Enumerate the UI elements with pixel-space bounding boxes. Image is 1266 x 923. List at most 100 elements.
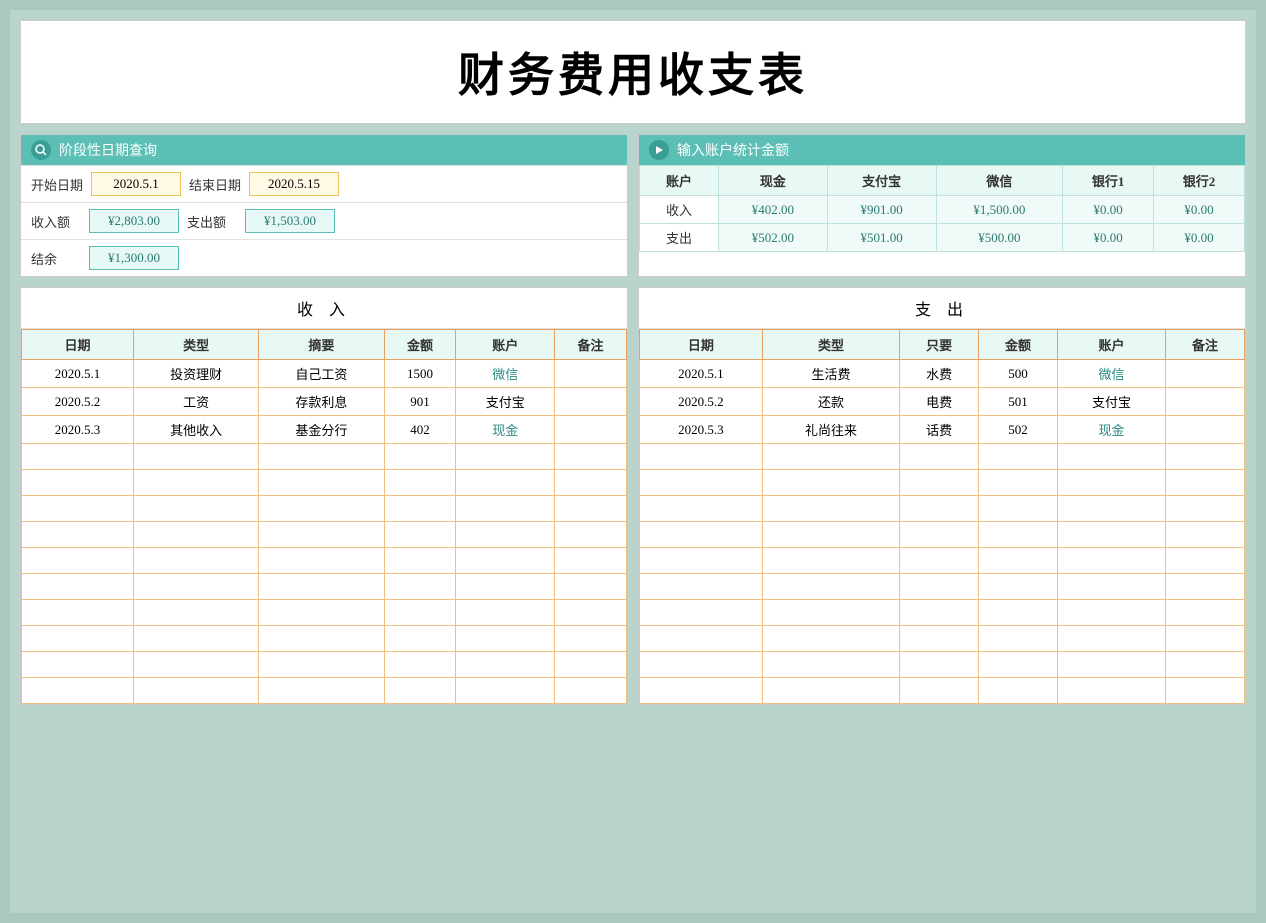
table-cell[interactable]: 2020.5.3 <box>22 416 134 444</box>
start-date-value[interactable]: 2020.5.1 <box>91 172 181 196</box>
table-cell[interactable] <box>1057 444 1165 470</box>
table-cell[interactable] <box>555 574 627 600</box>
table-cell[interactable] <box>555 652 627 678</box>
table-cell[interactable]: 402 <box>384 416 456 444</box>
table-cell[interactable] <box>900 444 979 470</box>
table-cell[interactable] <box>384 496 456 522</box>
table-cell[interactable] <box>259 678 384 704</box>
table-cell[interactable] <box>555 626 627 652</box>
table-cell[interactable] <box>640 652 763 678</box>
table-cell[interactable] <box>762 574 899 600</box>
table-cell[interactable]: 投资理财 <box>133 360 258 388</box>
table-cell[interactable] <box>1166 388 1245 416</box>
table-cell[interactable]: 2020.5.3 <box>640 416 763 444</box>
table-cell[interactable] <box>133 470 258 496</box>
table-cell[interactable] <box>640 548 763 574</box>
table-cell[interactable] <box>133 574 258 600</box>
table-cell[interactable] <box>259 444 384 470</box>
table-cell[interactable] <box>762 470 899 496</box>
table-cell[interactable] <box>384 600 456 626</box>
table-cell[interactable] <box>1057 548 1165 574</box>
table-cell[interactable] <box>456 444 555 470</box>
end-date-value[interactable]: 2020.5.15 <box>249 172 339 196</box>
table-cell[interactable]: 微信 <box>456 360 555 388</box>
table-cell[interactable] <box>762 522 899 548</box>
table-cell[interactable] <box>259 652 384 678</box>
table-cell[interactable]: 礼尚往来 <box>762 416 899 444</box>
table-cell[interactable]: 微信 <box>1057 360 1165 388</box>
table-cell[interactable] <box>1166 360 1245 388</box>
table-cell[interactable]: 1500 <box>384 360 456 388</box>
table-cell[interactable] <box>900 652 979 678</box>
search-icon[interactable] <box>31 140 51 160</box>
table-cell[interactable] <box>555 496 627 522</box>
table-cell[interactable] <box>979 626 1058 652</box>
table-cell[interactable] <box>1166 652 1245 678</box>
table-cell[interactable] <box>1166 548 1245 574</box>
table-cell[interactable]: 2020.5.1 <box>22 360 134 388</box>
table-cell[interactable] <box>456 548 555 574</box>
table-cell[interactable] <box>259 600 384 626</box>
table-cell[interactable] <box>979 678 1058 704</box>
table-cell[interactable] <box>1166 522 1245 548</box>
table-cell[interactable] <box>979 444 1058 470</box>
table-cell[interactable]: 电费 <box>900 388 979 416</box>
table-cell[interactable] <box>259 470 384 496</box>
table-cell[interactable] <box>640 626 763 652</box>
table-cell[interactable] <box>979 600 1058 626</box>
table-cell[interactable] <box>456 496 555 522</box>
table-cell[interactable]: 存款利息 <box>259 388 384 416</box>
table-cell[interactable]: 2020.5.1 <box>640 360 763 388</box>
table-cell[interactable] <box>1057 574 1165 600</box>
table-cell[interactable] <box>640 470 763 496</box>
table-cell[interactable] <box>22 470 134 496</box>
table-cell[interactable]: 502 <box>979 416 1058 444</box>
table-cell[interactable]: 2020.5.2 <box>22 388 134 416</box>
table-cell[interactable] <box>1166 600 1245 626</box>
table-cell[interactable]: 基金分行 <box>259 416 384 444</box>
table-cell[interactable] <box>900 600 979 626</box>
table-cell[interactable] <box>555 388 627 416</box>
table-cell[interactable] <box>1057 470 1165 496</box>
table-cell[interactable]: 工资 <box>133 388 258 416</box>
table-cell[interactable] <box>456 678 555 704</box>
table-cell[interactable]: 501 <box>979 388 1058 416</box>
table-cell[interactable]: 支付宝 <box>1057 388 1165 416</box>
table-cell[interactable] <box>1166 678 1245 704</box>
table-cell[interactable]: 901 <box>384 388 456 416</box>
table-cell[interactable] <box>900 470 979 496</box>
table-cell[interactable] <box>979 652 1058 678</box>
table-cell[interactable] <box>22 496 134 522</box>
table-cell[interactable] <box>384 522 456 548</box>
table-cell[interactable] <box>900 496 979 522</box>
table-cell[interactable] <box>384 678 456 704</box>
table-cell[interactable]: 现金 <box>456 416 555 444</box>
play-icon[interactable] <box>649 140 669 160</box>
table-cell[interactable]: 水费 <box>900 360 979 388</box>
table-cell[interactable] <box>456 574 555 600</box>
table-cell[interactable] <box>979 496 1058 522</box>
table-cell[interactable] <box>900 574 979 600</box>
table-cell[interactable]: 还款 <box>762 388 899 416</box>
table-cell[interactable] <box>762 600 899 626</box>
table-cell[interactable] <box>22 548 134 574</box>
table-cell[interactable]: 话费 <box>900 416 979 444</box>
table-cell[interactable] <box>22 522 134 548</box>
table-cell[interactable] <box>979 522 1058 548</box>
table-cell[interactable] <box>979 548 1058 574</box>
table-cell[interactable] <box>555 470 627 496</box>
table-cell[interactable] <box>133 522 258 548</box>
table-cell[interactable]: 支付宝 <box>456 388 555 416</box>
table-cell[interactable] <box>762 444 899 470</box>
table-cell[interactable]: 500 <box>979 360 1058 388</box>
table-cell[interactable] <box>456 470 555 496</box>
table-cell[interactable] <box>900 548 979 574</box>
table-cell[interactable] <box>259 522 384 548</box>
table-cell[interactable] <box>1057 600 1165 626</box>
table-cell[interactable] <box>384 574 456 600</box>
table-cell[interactable] <box>762 548 899 574</box>
table-cell[interactable] <box>384 652 456 678</box>
table-cell[interactable] <box>555 678 627 704</box>
table-cell[interactable] <box>259 626 384 652</box>
table-cell[interactable] <box>456 652 555 678</box>
